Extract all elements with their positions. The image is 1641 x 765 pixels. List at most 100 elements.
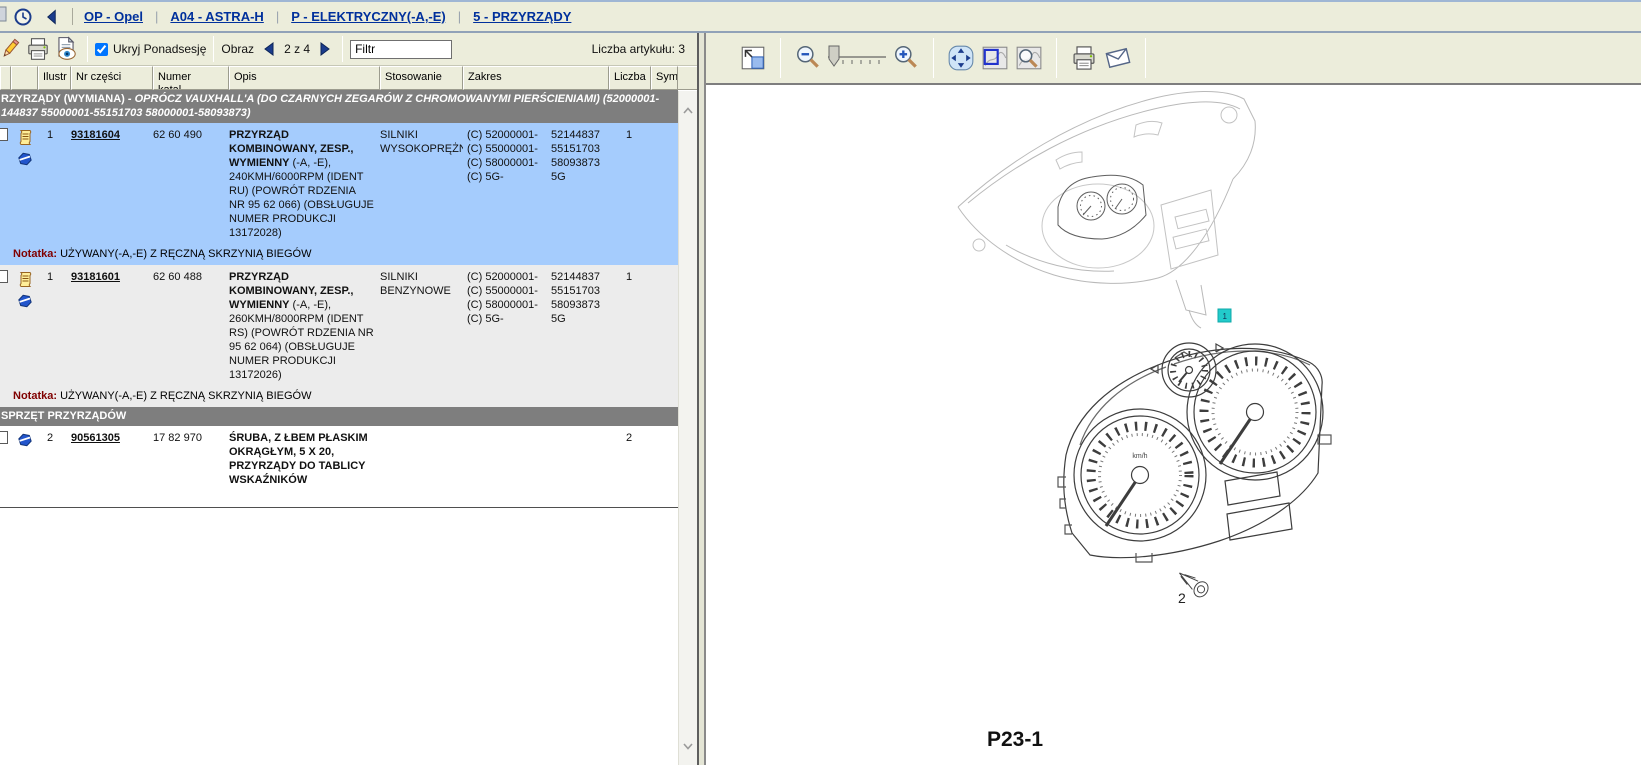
select-region-icon[interactable] bbox=[978, 41, 1012, 75]
illustration-toolbar bbox=[706, 33, 1641, 85]
range-line: (C) 55000001-55151703 bbox=[463, 284, 609, 298]
table-row[interactable]: 1 93181601 62 60 488 PRZYRZĄD KOMBINOWAN… bbox=[0, 265, 678, 389]
usage: SILNIKI WYSOKOPRĘŻNE bbox=[380, 128, 463, 240]
image-position: 2 z 4 bbox=[284, 42, 310, 56]
col-header-icons[interactable] bbox=[11, 66, 38, 90]
breadcrumb-link-model[interactable]: A04 - ASTRA-H bbox=[170, 9, 263, 24]
figure-code: P23-1 bbox=[987, 728, 1043, 751]
email-icon[interactable] bbox=[1101, 41, 1135, 75]
hide-session-checkbox[interactable] bbox=[95, 43, 108, 56]
catalog-number: 62 60 490 bbox=[153, 128, 229, 240]
catalog-number: 17 82 970 bbox=[153, 431, 229, 500]
svg-text:1: 1 bbox=[1223, 312, 1228, 321]
callout-label-2: 2 bbox=[1178, 590, 1186, 606]
print-button[interactable] bbox=[24, 35, 52, 63]
range: (C) 52000001-52144837 (C) 55000001-55151… bbox=[463, 128, 609, 240]
range-line: (C) 58000001-58093873 bbox=[463, 156, 609, 170]
zoom-region-icon[interactable] bbox=[1012, 41, 1046, 75]
previous-image-button[interactable] bbox=[261, 37, 277, 61]
vertical-scrollbar[interactable] bbox=[678, 91, 697, 765]
quantity: 1 bbox=[609, 270, 651, 382]
fit-to-window-icon[interactable] bbox=[736, 41, 770, 75]
illustration-canvas[interactable]: 1 km/h bbox=[706, 85, 1641, 765]
tag-icon[interactable] bbox=[17, 151, 33, 171]
zoom-slider[interactable] bbox=[825, 41, 889, 75]
breadcrumb-link-subgroup[interactable]: 5 - PRZYRZĄDY bbox=[473, 9, 571, 24]
parts-list-panel: Ukryj Ponadsesję Obraz 2 z 4 Liczba arty… bbox=[0, 33, 697, 765]
document-icon[interactable] bbox=[17, 129, 33, 149]
description: ŚRUBA, Z ŁBEM PŁASKIM OKRĄGŁYM, 5 X 20, … bbox=[229, 431, 380, 500]
range-line: (C) 55000001-55151703 bbox=[463, 142, 609, 156]
group-header-equipment: SPRZĘT PRZYRZĄDÓW bbox=[0, 407, 678, 426]
part-number-link[interactable]: 93181604 bbox=[71, 129, 120, 141]
print-preview-button[interactable] bbox=[52, 35, 80, 63]
next-image-button[interactable] bbox=[317, 37, 333, 61]
breadcrumb: OP - Opel | A04 - ASTRA-H | P - ELEKTRYC… bbox=[80, 9, 575, 24]
illustration-ref: 2 bbox=[38, 431, 71, 500]
panel-divider[interactable] bbox=[697, 33, 706, 765]
illustration-ref: 1 bbox=[38, 270, 71, 382]
history-clock-icon[interactable] bbox=[11, 5, 35, 29]
range: (C) 52000001-52144837 (C) 55000001-55151… bbox=[463, 270, 609, 382]
callout-marker-1[interactable]: 1 bbox=[1218, 309, 1231, 322]
breadcrumb-bar: OP - Opel | A04 - ASTRA-H | P - ELEKTRYC… bbox=[0, 0, 1641, 33]
print-image-button[interactable] bbox=[1067, 41, 1101, 75]
range-line: (C) 58000001-58093873 bbox=[463, 298, 609, 312]
col-header-liczba[interactable]: Liczba bbox=[609, 66, 651, 90]
svg-text:km/h: km/h bbox=[1132, 453, 1147, 460]
document-icon[interactable] bbox=[17, 271, 33, 291]
table-row[interactable]: 1 93181604 62 60 490 PRZYRZĄD KOMBINOWAN… bbox=[0, 123, 678, 247]
parts-toolbar: Ukryj Ponadsesję Obraz 2 z 4 Liczba arty… bbox=[0, 33, 697, 66]
separator bbox=[72, 8, 73, 25]
parts-table: RZYRZĄDY (WYMIANA) - OPRÓCZ VAUXHALL'A (… bbox=[0, 90, 697, 765]
row-note: Notatka: UŻYWANY(-A,-E) Z RĘCZNĄ SKRZYNI… bbox=[0, 247, 678, 265]
breadcrumb-link-make[interactable]: OP - Opel bbox=[84, 9, 143, 24]
description: PRZYRZĄD KOMBINOWANY, ZESP., WYMIENNY (-… bbox=[229, 128, 380, 240]
hide-session-label: Ukryj Ponadsesję bbox=[113, 42, 206, 56]
col-header-sym[interactable]: Sym bbox=[651, 66, 678, 90]
tag-icon[interactable] bbox=[17, 293, 33, 313]
breadcrumb-link-group[interactable]: P - ELEKTRYCZNY(-A,-E) bbox=[291, 9, 446, 24]
usage: SILNIKI BENZYNOWE bbox=[380, 270, 463, 382]
group-header-instruments: RZYRZĄDY (WYMIANA) - OPRÓCZ VAUXHALL'A (… bbox=[0, 90, 678, 123]
scroll-up-icon[interactable] bbox=[683, 101, 693, 119]
range-line: (C) 52000001-52144837 bbox=[463, 128, 609, 142]
description: PRZYRZĄD KOMBINOWANY, ZESP., WYMIENNY (-… bbox=[229, 270, 380, 382]
part-number-link[interactable]: 90561305 bbox=[71, 432, 120, 444]
quantity: 1 bbox=[609, 128, 651, 240]
image-nav-label: Obraz bbox=[221, 42, 254, 56]
filter-input[interactable] bbox=[350, 40, 452, 59]
row-note: Notatka: UŻYWANY(-A,-E) Z RĘCZNĄ SKRZYNI… bbox=[0, 389, 678, 407]
article-count: Liczba artykułu: 3 bbox=[592, 42, 697, 56]
back-button[interactable] bbox=[39, 5, 63, 29]
scroll-down-icon[interactable] bbox=[683, 737, 693, 755]
col-header-checkbox[interactable] bbox=[0, 66, 11, 90]
table-row[interactable]: 2 90561305 17 82 970 ŚRUBA, Z ŁBEM PŁASK… bbox=[0, 426, 678, 508]
row-select-checkbox[interactable] bbox=[0, 128, 8, 141]
edit-icon[interactable] bbox=[0, 35, 24, 63]
window-edge-icon bbox=[0, 4, 9, 29]
range-line: (C) 5G-5G bbox=[463, 170, 609, 184]
range-line: (C) 5G-5G bbox=[463, 312, 609, 326]
range-line: (C) 52000001-52144837 bbox=[463, 270, 609, 284]
col-header-opis[interactable]: Opis bbox=[229, 66, 380, 90]
tag-icon[interactable] bbox=[17, 432, 33, 452]
part-number-link[interactable]: 93181601 bbox=[71, 271, 120, 283]
col-header-ilustr[interactable]: Ilustr bbox=[38, 66, 71, 90]
dashboard-sketch bbox=[958, 91, 1255, 328]
col-header-numer[interactable]: Numerkatal. bbox=[153, 66, 229, 90]
col-header-zakres[interactable]: Zakres bbox=[463, 66, 609, 90]
illustration-ref: 1 bbox=[38, 128, 71, 240]
instrument-cluster-drawing: km/h bbox=[1058, 343, 1331, 562]
col-header-stosowanie[interactable]: Stosowanie bbox=[380, 66, 463, 90]
illustration-panel: 1 km/h bbox=[706, 33, 1641, 765]
quantity: 2 bbox=[609, 431, 651, 500]
pan-tool-icon[interactable] bbox=[944, 41, 978, 75]
col-header-part[interactable]: Nr części bbox=[71, 66, 153, 90]
zoom-out-button[interactable] bbox=[791, 41, 825, 75]
row-select-checkbox[interactable] bbox=[0, 270, 8, 283]
catalog-number: 62 60 488 bbox=[153, 270, 229, 382]
zoom-in-button[interactable] bbox=[889, 41, 923, 75]
table-header: Ilustr Nr części Numerkatal. Opis Stosow… bbox=[0, 66, 697, 90]
row-select-checkbox[interactable] bbox=[0, 431, 8, 444]
